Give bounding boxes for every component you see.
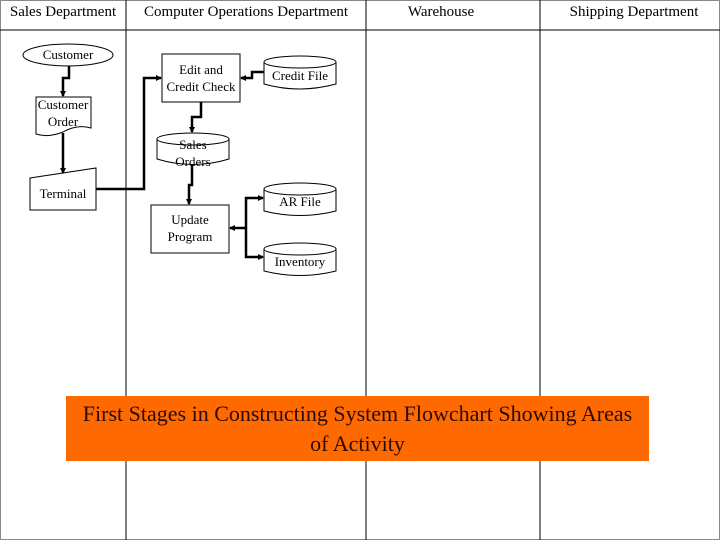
caption-banner: First Stages in Constructing System Flow… [66, 396, 649, 461]
edit-credit-check-label: Edit and Credit Check [160, 61, 242, 95]
connector-update-to-arfile [244, 195, 264, 228]
caption-text: First Stages in Constructing System Flow… [82, 400, 633, 456]
customer-order-line-2: Order [47, 114, 79, 129]
connector-creditfile-to-edit [240, 70, 264, 81]
credit-file-label: Credit File [272, 68, 328, 83]
customer-order-line-1: Customer [37, 97, 89, 112]
customer-order-label: Customer Order [30, 96, 96, 130]
connector-customer-to-order [60, 66, 71, 97]
lane-header-computer-operations: Computer Operations Department [143, 4, 349, 20]
terminal-label: Terminal [39, 186, 87, 201]
update-program-label: Update Program [151, 211, 229, 245]
ar-file-label: AR File [279, 194, 321, 209]
edit-credit-check-line-2: Credit Check [166, 79, 236, 94]
sales-orders-line-1: Sales [179, 137, 207, 152]
connector-edit-to-salesorders [189, 102, 203, 133]
inventory-label: Inventory [274, 254, 326, 269]
customer-label: Customer [42, 47, 94, 62]
lane-header-sales: Sales Department [9, 4, 117, 20]
sales-orders-label: Sales Orders [157, 136, 229, 170]
edit-credit-check-line-1: Edit and [179, 62, 223, 77]
update-program-line-1: Update [171, 212, 209, 227]
lane-header-warehouse: Warehouse [407, 4, 475, 20]
connector-terminal-to-edit [96, 75, 162, 191]
update-program-line-2: Program [167, 229, 213, 244]
lane-header-shipping: Shipping Department [569, 4, 699, 20]
connector-salesorders-to-update [186, 165, 194, 205]
sales-orders-line-2: Orders [175, 154, 211, 169]
connector-update-to-inventory [244, 228, 264, 260]
